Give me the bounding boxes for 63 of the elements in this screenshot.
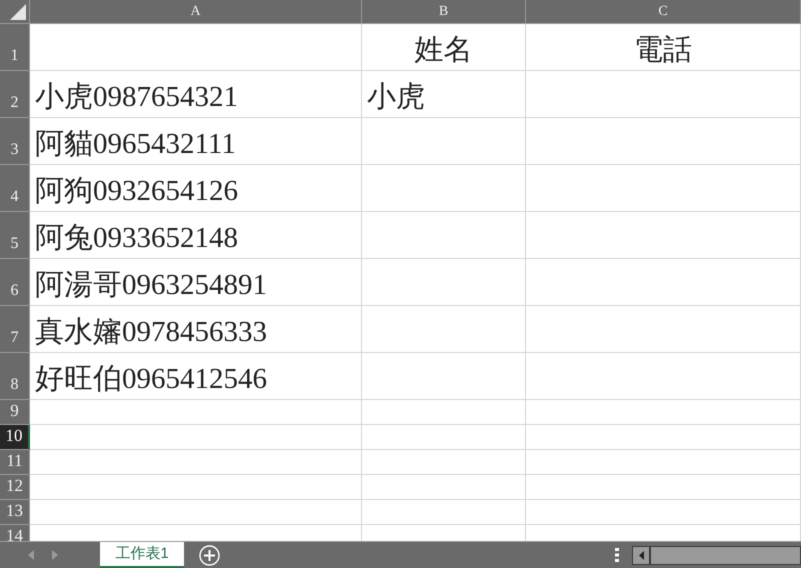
table-cell[interactable] — [30, 450, 362, 475]
table-cell[interactable] — [30, 425, 362, 450]
table-cell[interactable]: 阿狗0932654126 — [30, 165, 362, 212]
column-header[interactable]: A — [30, 0, 362, 23]
row-header[interactable]: 1 — [0, 24, 30, 71]
table-cell[interactable] — [526, 259, 801, 306]
table-cell[interactable] — [362, 400, 526, 425]
row-header[interactable]: 6 — [0, 259, 30, 306]
table-cell[interactable] — [526, 500, 801, 525]
scroll-right-icon[interactable] — [52, 550, 58, 560]
table-cell[interactable] — [526, 118, 801, 165]
table-cell[interactable] — [362, 165, 526, 212]
table-cell[interactable] — [362, 500, 526, 525]
table-cell[interactable]: 阿貓0965432111 — [30, 118, 362, 165]
sheet-tab[interactable]: 工作表1 — [100, 542, 184, 568]
row-header[interactable]: 12 — [0, 475, 30, 500]
table-cell[interactable]: 阿湯哥0963254891 — [30, 259, 362, 306]
row-header[interactable]: 13 — [0, 500, 30, 525]
row-header[interactable]: 7 — [0, 306, 30, 353]
table-cell[interactable] — [362, 306, 526, 353]
table-cell[interactable]: 好旺伯0965412546 — [30, 353, 362, 400]
row-header[interactable]: 8 — [0, 353, 30, 400]
table-cell[interactable]: 小虎 — [362, 71, 526, 118]
select-all-icon[interactable] — [10, 4, 26, 20]
row-header[interactable]: 5 — [0, 212, 30, 259]
table-cell[interactable] — [526, 165, 801, 212]
table-cell[interactable]: 阿兔0933652148 — [30, 212, 362, 259]
row-header[interactable]: 10 — [0, 425, 30, 450]
table-cell[interactable] — [30, 475, 362, 500]
table-cell[interactable]: 小虎0987654321 — [30, 71, 362, 118]
table-cell[interactable] — [526, 71, 801, 118]
table-cell[interactable] — [362, 475, 526, 500]
table-cell[interactable] — [526, 212, 801, 259]
table-cell[interactable] — [362, 450, 526, 475]
horizontal-scrollbar[interactable] — [632, 546, 801, 564]
table-cell[interactable] — [526, 353, 801, 400]
table-cell[interactable] — [30, 400, 362, 425]
table-cell[interactable] — [526, 450, 801, 475]
table-cell[interactable] — [526, 400, 801, 425]
column-header[interactable]: B — [362, 0, 526, 23]
row-header[interactable]: 14 — [0, 525, 30, 541]
row-header[interactable]: 2 — [0, 71, 30, 118]
row-header[interactable]: 11 — [0, 450, 30, 475]
scroll-left-icon[interactable] — [638, 550, 644, 560]
add-sheet-icon[interactable] — [199, 544, 220, 566]
table-cell[interactable]: 電話 — [526, 24, 801, 71]
more-options-icon[interactable] — [615, 548, 619, 562]
table-cell[interactable] — [362, 259, 526, 306]
table-cell[interactable] — [362, 118, 526, 165]
table-cell[interactable]: 真水嬸0978456333 — [30, 306, 362, 353]
table-cell[interactable] — [30, 500, 362, 525]
table-cell[interactable]: 姓名 — [362, 24, 526, 71]
table-cell[interactable] — [526, 306, 801, 353]
table-cell[interactable] — [362, 425, 526, 450]
row-header[interactable]: 9 — [0, 400, 30, 425]
table-cell[interactable] — [362, 353, 526, 400]
table-cell[interactable] — [526, 475, 801, 500]
row-header[interactable]: 3 — [0, 118, 30, 165]
row-header[interactable]: 4 — [0, 165, 30, 212]
table-cell[interactable] — [30, 24, 362, 71]
table-cell[interactable] — [526, 425, 801, 450]
table-cell[interactable] — [362, 212, 526, 259]
column-header[interactable]: C — [526, 0, 801, 23]
